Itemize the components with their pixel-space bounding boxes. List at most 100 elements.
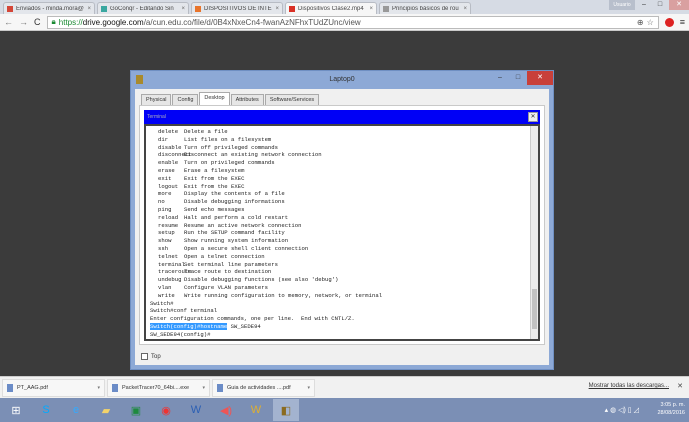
tab-close-icon[interactable]: × — [181, 6, 185, 12]
terminal-line: enable Turn on privileged commands — [150, 159, 538, 167]
terminal-line: disconnectDisconnect an existing network… — [150, 151, 538, 159]
browser-tab[interactable]: Principios básicos de rou × — [379, 2, 471, 14]
download-item[interactable]: Guia de actividades ....pdf ▾ — [212, 378, 315, 397]
close-button[interactable]: ✕ — [669, 0, 689, 10]
tab-close-icon[interactable]: × — [275, 6, 279, 12]
url-input[interactable]: 🔒︎ https://drive.google.com/a/cun.edu.co… — [46, 15, 659, 29]
command-name: disconnect — [158, 151, 192, 159]
terminal-output[interactable]: delete Delete a file dir List files on a fi… — [144, 124, 540, 341]
file-explorer-icon[interactable]: ▰ — [93, 399, 119, 421]
download-menu-chevron-icon[interactable]: ▾ — [97, 385, 100, 391]
close-button[interactable]: ✕ — [527, 71, 553, 85]
terminal-line: show Show running system information — [150, 237, 538, 245]
tab-close-icon[interactable]: × — [369, 6, 373, 12]
internet-explorer-icon[interactable]: e — [63, 399, 89, 421]
command-description: Delete a file — [184, 128, 228, 135]
clock-time: 3:05 p. m. — [660, 402, 685, 408]
terminal-line: Enter configuration commands, one per li… — [150, 315, 355, 323]
download-filename: PacketTracer70_64bi....exe — [122, 384, 190, 391]
back-icon[interactable]: ← — [4, 17, 13, 27]
packet-tracer-icon — [136, 75, 143, 84]
reload-icon[interactable]: C — [34, 17, 41, 27]
show-all-downloads-link[interactable]: Mostrar todas las descargas... — [589, 383, 669, 389]
browser-tab[interactable]: DISPOSITIVOS DE INTERC× — [191, 2, 283, 14]
maximize-button[interactable]: □ — [653, 0, 667, 10]
terminal-line: resume Resume an active network connectio… — [150, 222, 538, 230]
skype-icon[interactable]: S — [33, 399, 59, 421]
tab-desktop[interactable]: Desktop — [199, 92, 230, 106]
file-icon — [217, 383, 223, 392]
command-description: Halt and perform a cold restart — [184, 213, 289, 221]
terminal-scrollbar[interactable] — [530, 126, 538, 339]
command-name: telnet — [158, 252, 179, 260]
terminal-title: Terminal — [147, 114, 166, 120]
terminal-line: tracerouteTrace route to destination — [150, 268, 538, 276]
command-name: write — [158, 291, 175, 299]
command-description: Send echo messages — [184, 205, 245, 213]
minimize-button[interactable]: ‒ — [637, 0, 651, 10]
tab-label: GoConqr - Editando Sin — [110, 5, 174, 12]
user-button[interactable]: Usuario — [609, 0, 635, 10]
volume-app-icon[interactable]: ◀) — [213, 399, 239, 421]
download-item[interactable]: PT_AAG.pdf ▾ — [2, 378, 105, 397]
bookmark-star-icon[interactable]: ☆ — [647, 18, 654, 27]
command-name: show — [158, 237, 172, 245]
hostname-argument: SW_SEDE94 — [227, 322, 261, 330]
command-description: Configure VLAN parameters — [184, 283, 268, 291]
menu-icon[interactable]: ≡ — [680, 17, 685, 27]
chrome-icon[interactable]: ◉ — [153, 399, 179, 421]
favicon-icon — [101, 5, 107, 12]
favicon-icon — [289, 5, 295, 12]
terminal-line: vlan Configure VLAN parameters — [150, 284, 538, 292]
terminal-line: erase Erase a filesystem — [150, 167, 538, 175]
maximize-button[interactable]: □ — [509, 71, 527, 85]
downloads-close-icon[interactable]: ✕ — [677, 382, 683, 390]
terminal-line: dir List files on a filesystem — [150, 136, 538, 144]
terminal-titlebar: Terminal ✕ — [144, 110, 540, 124]
zoom-icon[interactable]: ⊕ — [637, 18, 644, 27]
command-name: more — [158, 190, 172, 198]
clock[interactable]: 3:05 p. m. 28/08/2016 — [657, 401, 685, 417]
packet-tracer-taskbar-icon[interactable]: ◧ — [273, 399, 299, 421]
tab-label: Principios básicos de rou — [392, 5, 459, 12]
command-description: Erase a filesystem — [184, 166, 245, 174]
command-name: erase — [158, 166, 175, 174]
checkbox-box[interactable] — [141, 353, 148, 360]
terminal-line: exit Exit from the EXEC — [150, 175, 538, 183]
command-description: Exit from the EXEC — [184, 174, 245, 182]
minimize-button[interactable]: ‒ — [491, 71, 509, 85]
command-name: undebug — [158, 276, 182, 284]
terminal-close-button[interactable]: ✕ — [528, 112, 538, 122]
start-button[interactable]: ⊞ — [3, 399, 29, 421]
tab-label: DISPOSITIVOS DE INTERC — [204, 5, 272, 12]
system-tray-icons[interactable]: ▴ ◍ ◁) ▯ ◿ — [605, 406, 639, 414]
command-description: Exit from the EXEC — [184, 182, 245, 190]
terminal-line: Switch#conf terminal — [150, 307, 218, 315]
terminal-line: no Disable debugging informations — [150, 198, 538, 206]
download-item[interactable]: PacketTracer70_64bi....exe ▾ — [107, 378, 210, 397]
downloads-bar: PT_AAG.pdf ▾ PacketTracer70_64bi....exe ▾ Gu… — [0, 376, 689, 398]
download-menu-chevron-icon[interactable]: ▾ — [202, 385, 205, 391]
excel-icon[interactable]: ▣ — [123, 399, 149, 421]
tab-close-icon[interactable]: × — [87, 6, 91, 12]
command-name: traceroute — [158, 268, 192, 276]
command-description: Write running configuration to memory, n… — [184, 291, 383, 299]
browser-tab[interactable]: GoConqr - Editando Sin × — [97, 2, 189, 14]
adblock-icon[interactable] — [664, 17, 674, 27]
terminal-line: Switch(config)#hostname SW_SEDE94 — [150, 322, 538, 331]
command-description: Open a telnet connection — [184, 252, 265, 260]
download-menu-chevron-icon[interactable]: ▾ — [307, 385, 310, 391]
top-checkbox[interactable]: Top — [141, 353, 161, 360]
lock-icon: 🔒︎ — [51, 17, 56, 26]
forward-icon[interactable]: → — [19, 17, 28, 27]
word-icon[interactable]: W — [183, 399, 209, 421]
scrollbar-thumb[interactable] — [532, 289, 537, 329]
browser-tab[interactable]: Enviados - minda.mora@ × — [3, 2, 95, 14]
terminal-prompt[interactable]: SW_SEDE94(config)# — [150, 331, 538, 339]
command-description: Show running system information — [184, 237, 289, 245]
tab-close-icon[interactable]: × — [463, 6, 467, 12]
browser-tab[interactable]: Dispositivos Clase2.mp4 × — [285, 2, 377, 14]
command-name: enable — [158, 159, 179, 167]
tab-label: Dispositivos Clase2.mp4 — [298, 5, 364, 12]
game-icon[interactable]: W — [243, 399, 269, 421]
